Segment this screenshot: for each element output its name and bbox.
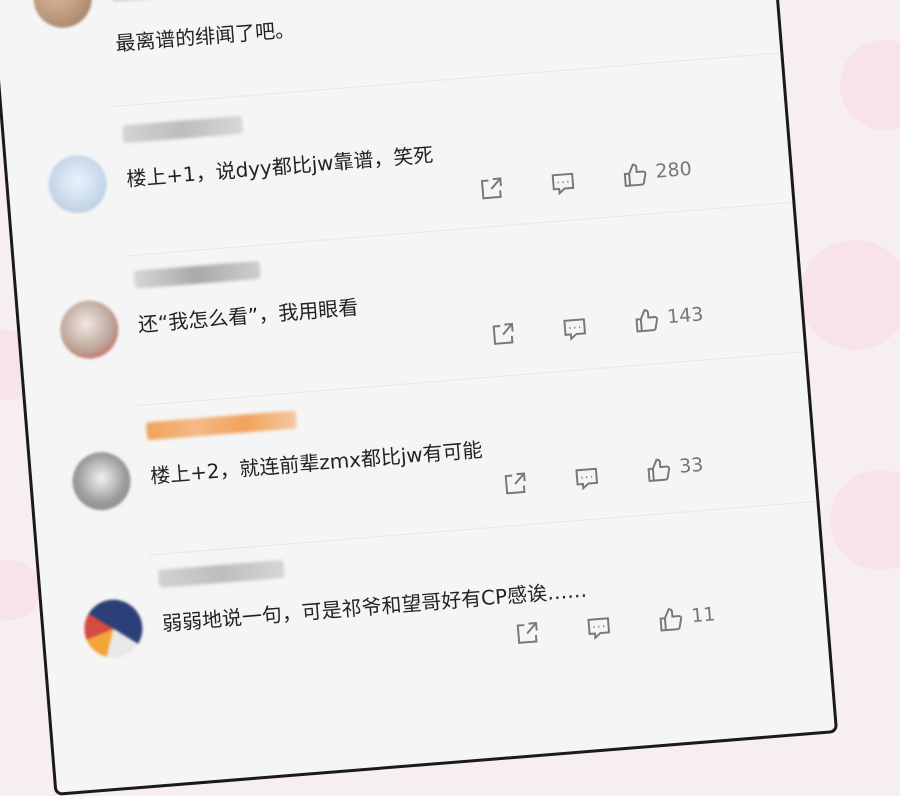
username[interactable]: [122, 116, 243, 144]
comment-text: 还“我怎么看”，我用眼看: [137, 291, 359, 338]
background-flower: [830, 470, 900, 570]
comment-icon[interactable]: [561, 315, 589, 343]
background-flower: [800, 240, 900, 350]
share-icon[interactable]: [489, 320, 517, 348]
avatar[interactable]: [82, 597, 144, 659]
avatar[interactable]: [46, 153, 108, 215]
comment-text: 楼上+2，就连前辈zmx都比jw有可能: [149, 434, 483, 490]
like-count: 33: [678, 454, 704, 478]
avatar[interactable]: [58, 298, 120, 360]
share-icon[interactable]: [477, 175, 505, 203]
thumbs-up-icon[interactable]: [656, 606, 684, 634]
avatar[interactable]: [31, 0, 93, 30]
share-icon[interactable]: [501, 470, 529, 498]
background-flower: [840, 40, 900, 130]
like-count: 143: [666, 303, 704, 328]
comment-text: 楼上+1，说dyy都比jw靠谱，笑死: [125, 139, 434, 193]
username[interactable]: [111, 0, 232, 2]
background-flower: [0, 560, 40, 620]
comment-text: 最离谱的绯闻了吧。: [114, 13, 296, 56]
username[interactable]: [146, 410, 297, 440]
thumbs-up-icon[interactable]: [632, 307, 660, 335]
username[interactable]: [134, 261, 261, 289]
comment-icon[interactable]: [585, 614, 613, 642]
phone-screen: 最离谱的绯闻了吧。 楼上+1，说dyy都比jw靠谱，笑死 280 还“我怎么看”…: [0, 0, 838, 796]
avatar[interactable]: [70, 450, 132, 512]
thumbs-up-icon[interactable]: [621, 161, 649, 189]
comment-icon[interactable]: [549, 169, 577, 197]
username[interactable]: [158, 560, 285, 588]
like-count: 280: [655, 158, 693, 183]
like-count: 11: [690, 603, 716, 627]
share-icon[interactable]: [513, 620, 541, 648]
comment-icon[interactable]: [573, 464, 601, 492]
thumbs-up-icon[interactable]: [644, 456, 672, 484]
